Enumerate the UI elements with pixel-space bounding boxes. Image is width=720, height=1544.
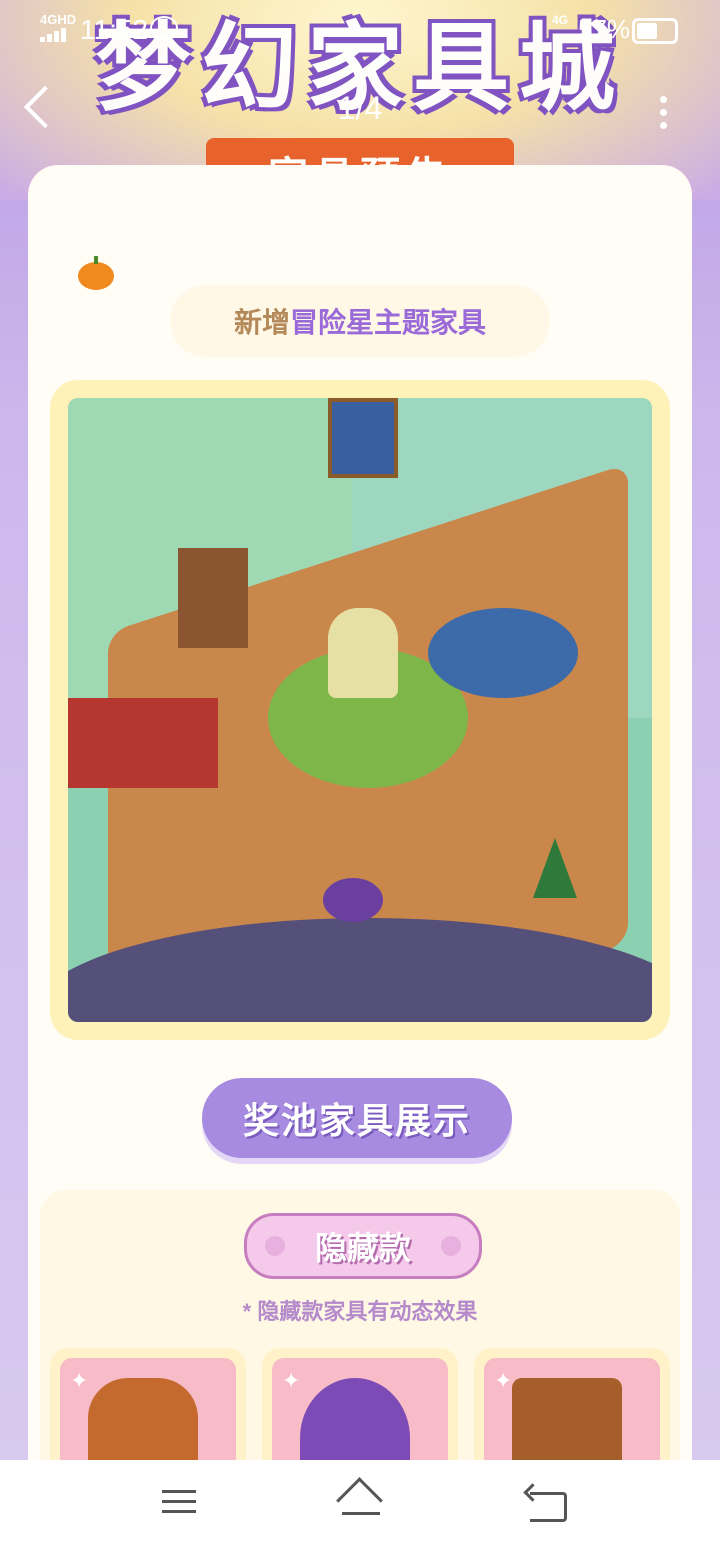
signal-icon xyxy=(40,28,70,42)
statue xyxy=(328,608,398,698)
hidden-note: * 隐藏款家具有动态效果 xyxy=(242,1299,478,1324)
pine-tree xyxy=(533,838,577,898)
new-theme: 冒险星主题家具 xyxy=(290,307,487,338)
home-icon[interactable] xyxy=(336,1477,384,1524)
battery-percent: 57% xyxy=(578,14,631,44)
more-icon[interactable] xyxy=(660,96,668,135)
new-prefix: 新增 xyxy=(233,307,290,338)
dot-left xyxy=(265,1236,285,1256)
new-theme-pill: 新增 冒险星主题家具 xyxy=(170,285,550,357)
wechat-icon xyxy=(150,16,178,40)
red-rug xyxy=(68,698,218,788)
battery-icon xyxy=(632,18,678,44)
network-right: 4G xyxy=(552,13,569,27)
clock: 11:52 xyxy=(80,14,148,45)
page-indicator: 1/4 xyxy=(337,90,383,126)
item-card-2[interactable]: ✦ xyxy=(262,1348,458,1460)
sparkle-icon: ✦ xyxy=(70,1368,89,1393)
back-icon[interactable] xyxy=(530,1492,567,1522)
sparkle-icon: ✦ xyxy=(282,1368,301,1393)
room-preview-image[interactable] xyxy=(68,398,652,1022)
status-bar: 4GHD 11:52 4G 57% xyxy=(0,0,720,60)
system-nav-bar xyxy=(0,1460,720,1544)
blue-rug xyxy=(428,608,578,698)
painting xyxy=(328,398,398,478)
page: 梦幻家具城 家具预告 4GHD 11:52 4G 57% 1/4 新增冒险星主题… xyxy=(0,0,720,1460)
item-card-3[interactable]: ✦ xyxy=(474,1348,670,1460)
hidden-label: 隐藏款 xyxy=(314,1230,411,1266)
dot-right xyxy=(441,1236,461,1256)
item-card-1[interactable]: ✦ xyxy=(50,1348,246,1460)
pumpkin-icon xyxy=(78,256,114,290)
pool-title: 奖池家具展示 xyxy=(202,1078,512,1158)
menu-icon[interactable] xyxy=(162,1490,196,1520)
sparkle-icon: ✦ xyxy=(494,1368,513,1393)
treasure-chest-icon xyxy=(512,1378,622,1460)
honey-house-icon xyxy=(88,1378,198,1460)
cauldron xyxy=(323,878,383,922)
hidden-tab[interactable]: 隐藏款 xyxy=(244,1213,482,1279)
bookshelf xyxy=(178,548,248,648)
network-label: 4GHD xyxy=(40,12,77,27)
